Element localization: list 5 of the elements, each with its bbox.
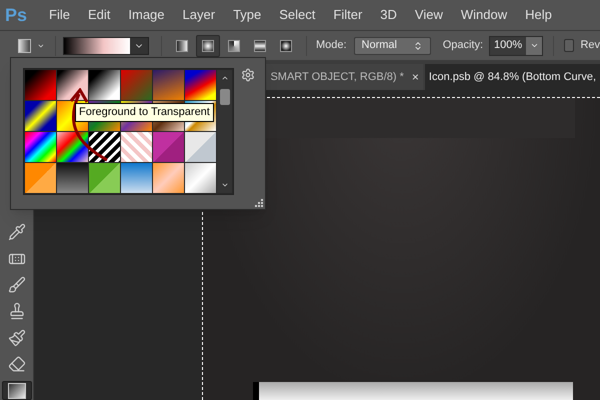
reverse-label: Rev	[580, 38, 600, 54]
tooltip: Foreground to Transparent	[75, 103, 214, 122]
opacity-label: Opacity:	[442, 38, 484, 54]
app-logo: Ps	[5, 4, 28, 26]
mode-label: Mode:	[316, 38, 347, 54]
